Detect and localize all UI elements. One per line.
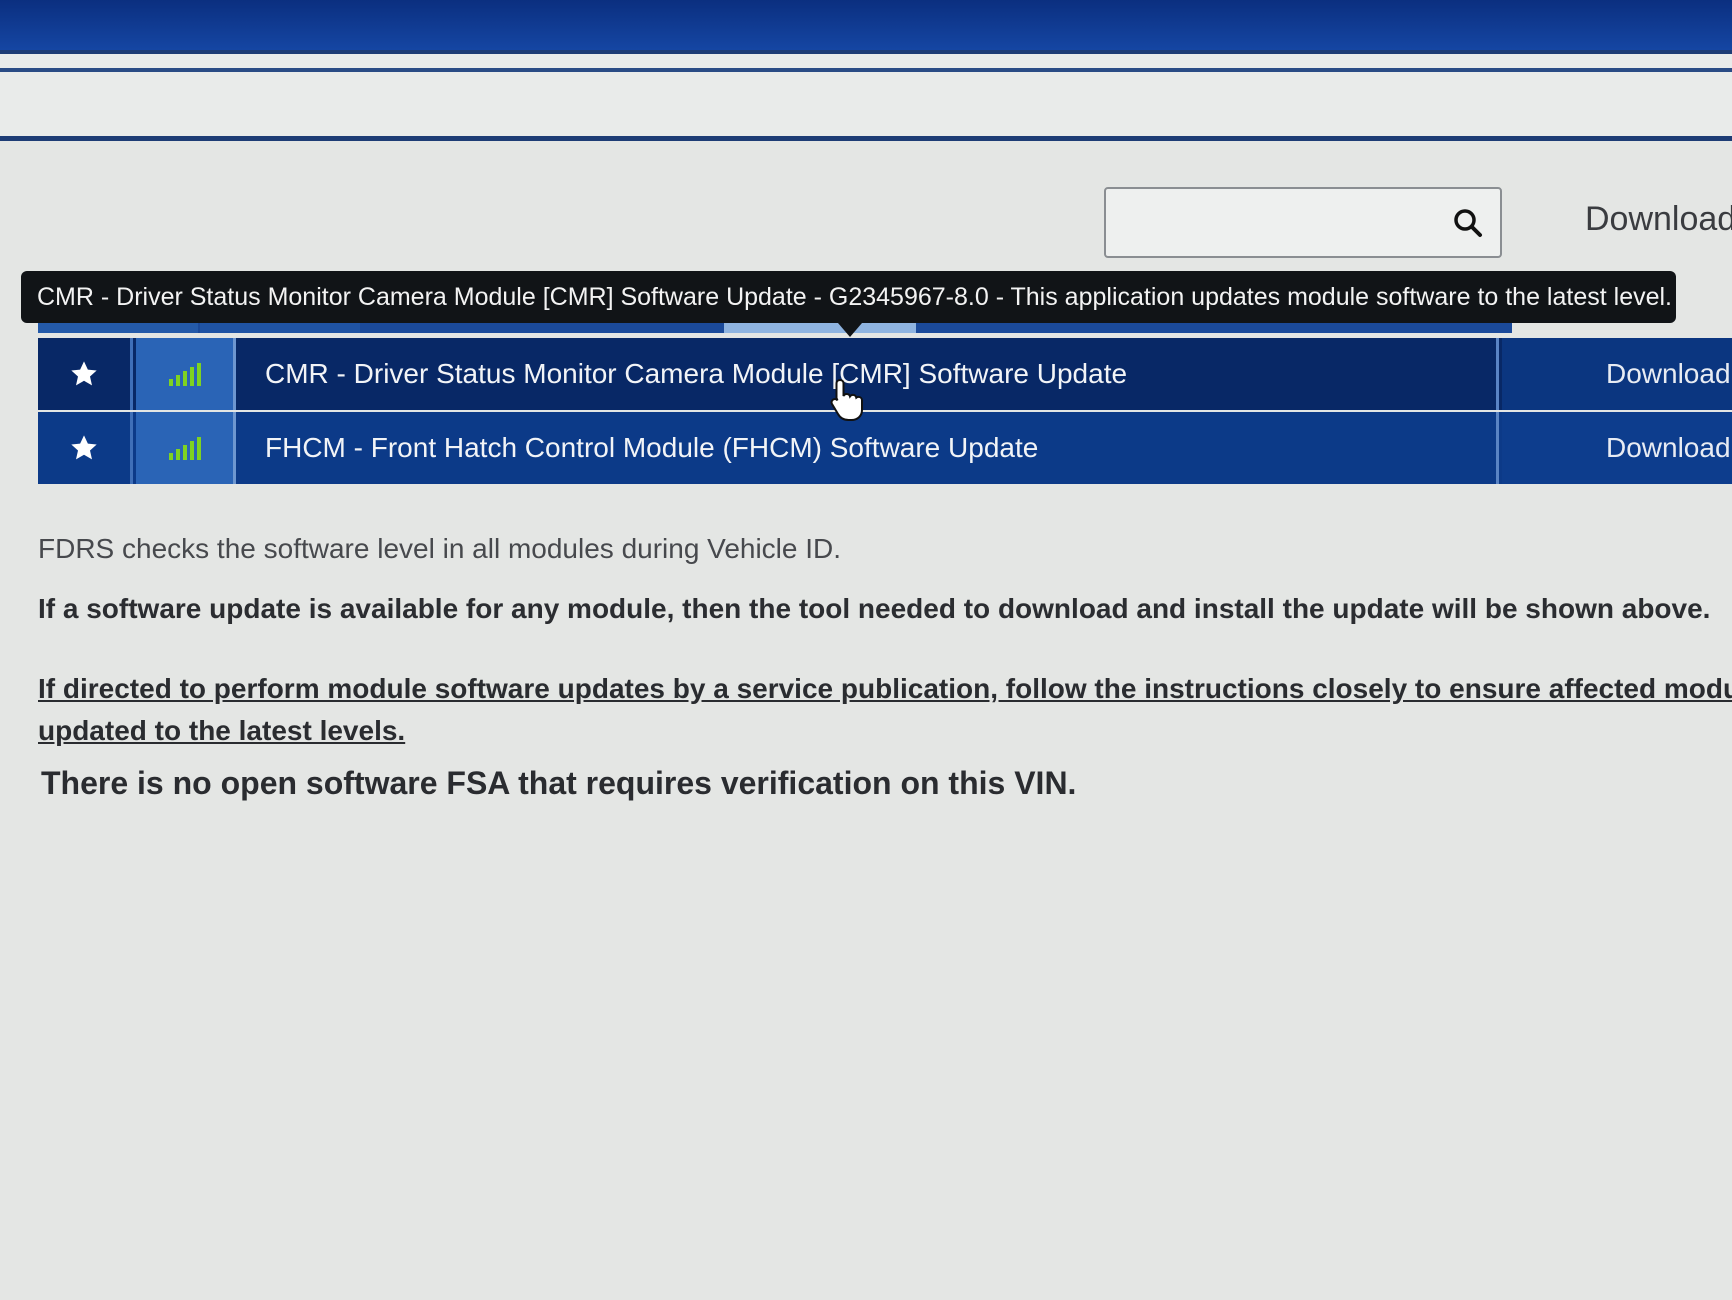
download-button[interactable]: Download [1502, 412, 1732, 484]
download-column-header: Download [1585, 200, 1732, 238]
link-line-2[interactable]: updated to the latest levels. [38, 710, 1732, 752]
download-button[interactable]: Download [1502, 338, 1732, 410]
signal-bars-icon [168, 363, 201, 386]
search-input[interactable] [1116, 199, 1440, 249]
info-update-available-text: If a software update is available for an… [38, 593, 1711, 624]
row-tab-strip [38, 323, 1512, 333]
search-button[interactable] [1446, 201, 1490, 245]
info-vehicle-id-text: FDRS checks the software level in all mo… [38, 533, 842, 564]
row-tooltip: CMR - Driver Status Monitor Camera Modul… [21, 271, 1676, 323]
link-line-1[interactable]: If directed to perform module software u… [38, 668, 1732, 710]
row-title[interactable]: CMR - Driver Status Monitor Camera Modul… [239, 338, 1499, 410]
star-icon [71, 361, 97, 386]
star-icon [71, 435, 97, 460]
favorite-button[interactable] [38, 412, 133, 484]
updates-table: CMR - Driver Status Monitor Camera Modul… [38, 338, 1732, 486]
hand-cursor-icon [830, 378, 864, 427]
header-divider [0, 68, 1732, 72]
header-band [0, 50, 1732, 141]
fsa-notice: There is no open software FSA that requi… [41, 765, 1077, 801]
tooltip-arrow [838, 323, 862, 337]
search-box[interactable] [1104, 187, 1502, 258]
table-row[interactable]: CMR - Driver Status Monitor Camera Modul… [38, 338, 1732, 410]
signal-strength [136, 412, 236, 484]
favorite-button[interactable] [38, 338, 133, 410]
signal-bars-icon [168, 437, 201, 460]
search-icon [1454, 209, 1482, 237]
table-row[interactable]: FHCM - Front Hatch Control Module (FHCM)… [38, 412, 1732, 484]
signal-strength [136, 338, 236, 410]
service-publication-link[interactable]: If directed to perform module software u… [38, 668, 1732, 752]
row-title[interactable]: FHCM - Front Hatch Control Module (FHCM)… [239, 412, 1499, 484]
app-top-bar [0, 0, 1732, 50]
